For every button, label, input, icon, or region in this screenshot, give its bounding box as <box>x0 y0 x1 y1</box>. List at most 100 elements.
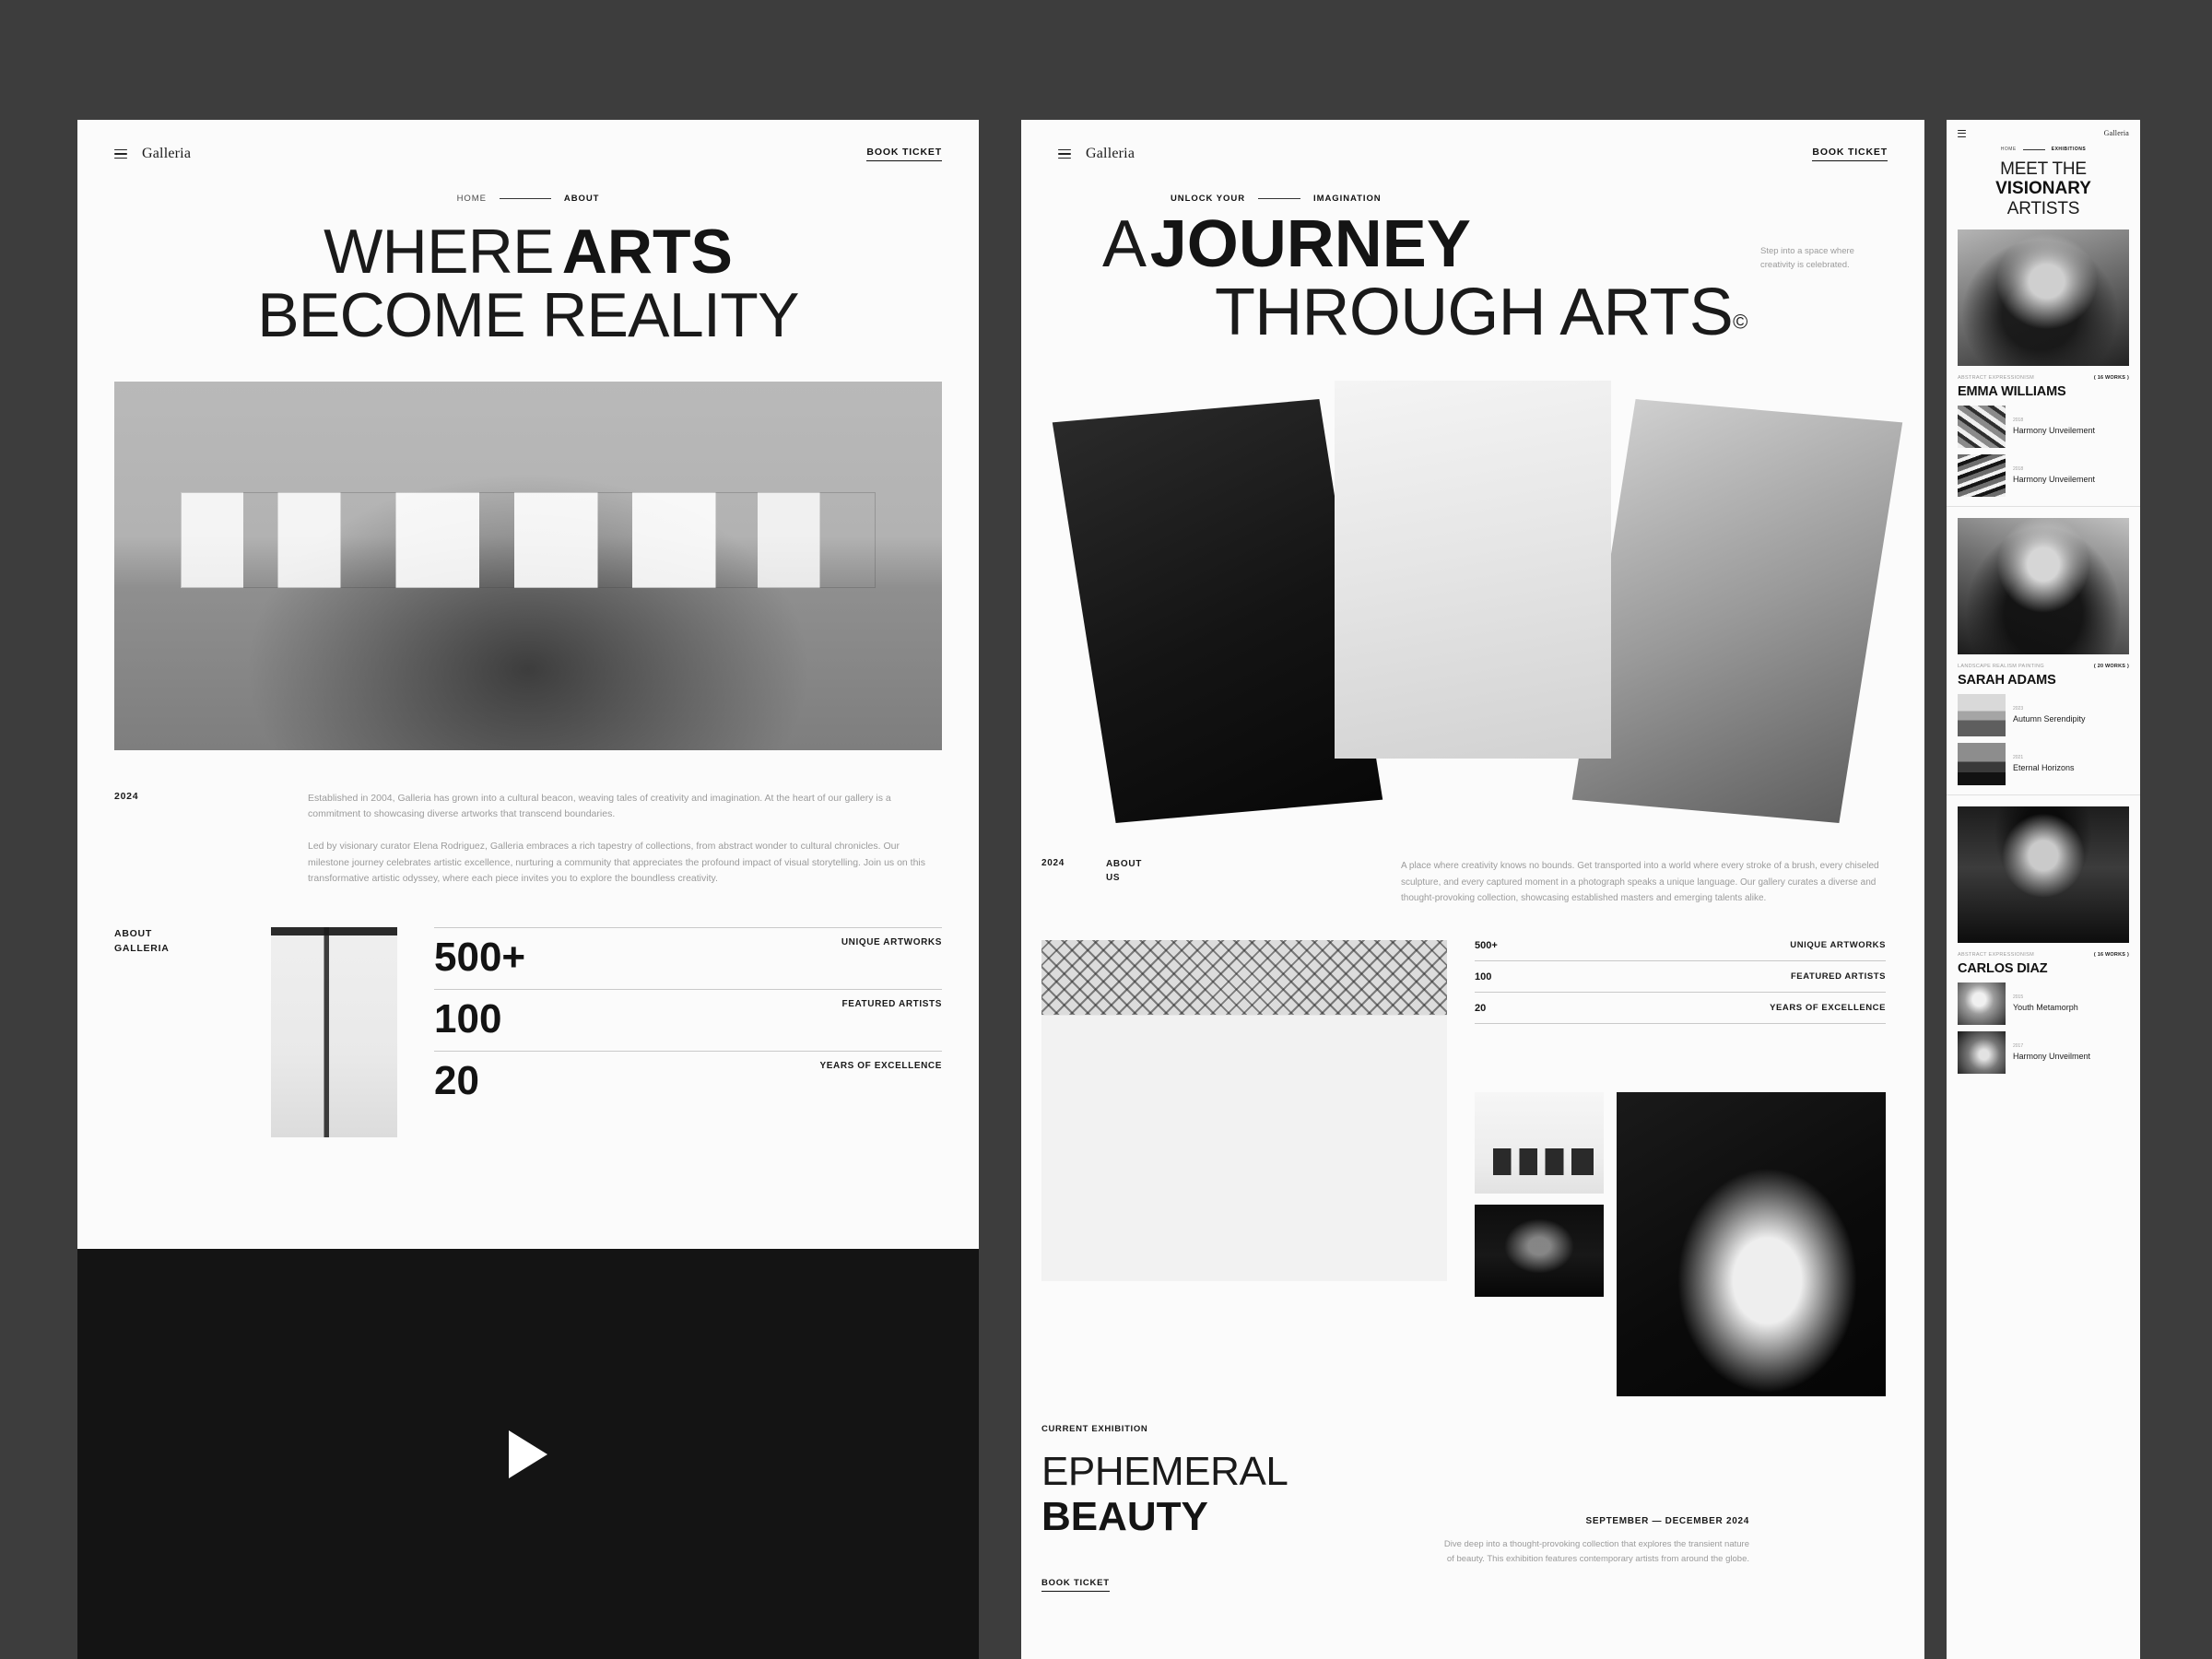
panel1-navbar: Galleria BOOK TICKET <box>114 146 942 162</box>
panel2-navbar: Galleria BOOK TICKET <box>1058 146 1888 162</box>
stat-value: 20 <box>1475 1002 1487 1014</box>
hamburger-icon[interactable] <box>114 148 127 159</box>
exhibition-title-bold: BEAUTY <box>1041 1493 1208 1539</box>
stat-row: 100 FEATURED ARTISTS <box>434 989 942 1043</box>
artwork-thumbnail <box>1958 1030 2006 1074</box>
book-ticket-button[interactable]: BOOK TICKET <box>1041 1578 1110 1593</box>
exhibition-dates: SEPTEMBER — DECEMBER 2024 <box>1585 1515 1749 1526</box>
artwork-row[interactable]: 2018 Harmony Unveilement <box>1958 405 2129 448</box>
dark-gallery-photo <box>1475 1204 1604 1297</box>
about-section: 2024 Established in 2004, Galleria has g… <box>77 750 979 888</box>
breadcrumb-from[interactable]: HOME <box>2001 147 2017 152</box>
breadcrumb-to[interactable]: IMAGINATION <box>1313 194 1382 204</box>
artwork-row[interactable]: 2015 Youth Metamorph <box>1958 982 2129 1025</box>
artwork-title: Autumn Serendipity <box>2013 713 2086 724</box>
about-label-line1: ABOUT <box>1106 859 1143 869</box>
artwork-thumbnail <box>1958 453 2006 497</box>
hero-line2-bold: VISIONARY <box>1995 179 2091 199</box>
fan-photo-right[interactable] <box>1571 399 1903 823</box>
breadcrumb: HOME EXHIBITIONS <box>1958 147 2129 152</box>
studio-rig-photo <box>271 927 397 1138</box>
hamburger-icon[interactable] <box>1958 130 1966 136</box>
gallery-wall-photo <box>1475 1091 1604 1194</box>
artist-works-count: ( 16 WORKS ) <box>2093 374 2129 381</box>
artist-name: SARAH ADAMS <box>1958 672 2056 688</box>
play-icon[interactable] <box>509 1430 547 1478</box>
artist-name: EMMA WILLIAMS <box>1958 383 2066 399</box>
breadcrumb-from[interactable]: UNLOCK YOUR <box>1171 194 1245 204</box>
stat-label: UNIQUE ARTWORKS <box>841 937 942 948</box>
breadcrumb: HOME ABOUT <box>114 194 942 204</box>
artwork-year: 2015 <box>2013 994 2024 1000</box>
artwork-row[interactable]: 2017 Harmony Unveilment <box>1958 1030 2129 1074</box>
about-label-line2: US <box>1106 872 1121 883</box>
artist-card[interactable]: ABSTRACT EXPRESSIONISM ( 16 WORKS ) CARL… <box>1947 795 2140 1083</box>
about-us-section: 2024 ABOUT US A place where creativity k… <box>1021 841 1924 907</box>
copyright-icon: © <box>1733 310 1748 334</box>
statue-photo <box>1617 1091 1886 1396</box>
brand-logo[interactable]: Galleria <box>142 146 191 162</box>
about-paragraph: A place where creativity knows no bounds… <box>1401 861 1879 903</box>
gallery-stats-section: 500+ UNIQUE ARTWORKS 100 FEATURED ARTIST… <box>1021 907 1924 1396</box>
hero-line1-light: WHERE <box>324 217 554 287</box>
artwork-year: 2023 <box>2013 705 2024 712</box>
artwork-title: Harmony Unveilment <box>2013 1051 2091 1061</box>
artwork-thumbnail <box>1958 982 2006 1025</box>
hero-line2: BECOME REALITY <box>257 280 799 351</box>
exhibition-eyebrow: CURRENT EXHIBITION <box>1041 1423 1148 1434</box>
breadcrumb-to[interactable]: ABOUT <box>564 194 600 204</box>
book-ticket-button[interactable]: BOOK TICKET <box>866 147 942 161</box>
page-title: WHERE ARTS BECOME REALITY <box>114 217 942 351</box>
about-year: 2024 <box>114 790 139 802</box>
hero-photo-fan <box>1021 381 1924 841</box>
artist-portrait <box>1958 517 2129 654</box>
stat-row: 500+ UNIQUE ARTWORKS <box>434 927 942 982</box>
fan-photo-center[interactable] <box>1335 381 1611 759</box>
hero-side-note: Step into a space where creativity is ce… <box>1760 246 1854 271</box>
hamburger-icon[interactable] <box>1058 148 1071 159</box>
artwork-row[interactable]: 2018 Harmony Unveilement <box>1958 453 2129 497</box>
stats-label-line1: ABOUT <box>114 928 153 940</box>
fan-photo-left[interactable] <box>1052 399 1383 823</box>
hero-line1: MEET THE <box>2000 159 2087 179</box>
breadcrumb: UNLOCK YOUR IMAGINATION <box>1058 194 1888 204</box>
artwork-thumbnail <box>1958 742 2006 785</box>
artist-portrait <box>1958 229 2129 366</box>
brand-logo[interactable]: Galleria <box>1086 146 1135 162</box>
stat-value: 100 <box>1475 971 1492 982</box>
artwork-year: 2018 <box>2013 417 2024 423</box>
artwork-year: 2017 <box>2013 1042 2024 1049</box>
artwork-title: Harmony Unveilement <box>2013 474 2096 484</box>
artist-name: CARLOS DIAZ <box>1958 960 2048 976</box>
artist-genre-tag: ABSTRACT EXPRESSIONISM <box>1958 951 2034 958</box>
page-title: MEET THE VISIONARY ARTISTS <box>1958 159 2129 218</box>
book-ticket-button[interactable]: BOOK TICKET <box>1812 147 1888 161</box>
current-exhibition-section: CURRENT EXHIBITION EPHEMERAL BEAUTY BOOK… <box>1021 1396 1924 1593</box>
hero-line2: THROUGH ARTS <box>1215 276 1734 349</box>
breadcrumb-from[interactable]: HOME <box>457 194 487 204</box>
breadcrumb-dash <box>499 198 551 199</box>
desktop-home-page: Galleria BOOK TICKET UNLOCK YOUR IMAGINA… <box>1021 120 1924 1659</box>
about-paragraph-2: Led by visionary curator Elena Rodriguez… <box>308 841 926 884</box>
stat-label: UNIQUE ARTWORKS <box>1790 940 1886 950</box>
about-paragraph-1: Established in 2004, Galleria has grown … <box>308 792 891 820</box>
breadcrumb-to[interactable]: EXHIBITIONS <box>2052 147 2086 152</box>
artist-works-count: ( 20 WORKS ) <box>2093 663 2129 669</box>
hero-line1-light: A <box>1102 207 1147 281</box>
hero-gallery-photo <box>114 381 942 750</box>
stat-row: 20 YEARS OF EXCELLENCE <box>1475 993 1886 1024</box>
artist-portrait <box>1958 806 2129 943</box>
video-showreel[interactable] <box>77 1249 979 1659</box>
brand-logo[interactable]: Galleria <box>2104 129 2129 137</box>
artwork-row[interactable]: 2023 Autumn Serendipity <box>1958 693 2129 736</box>
screenshot-stage: Galleria BOOK TICKET HOME ABOUT WHERE AR… <box>0 0 2212 1659</box>
stat-label: FEATURED ARTISTS <box>1790 971 1886 982</box>
artist-card[interactable]: ABSTRACT EXPRESSIONISM ( 16 WORKS ) EMMA… <box>1947 218 2140 507</box>
stat-label: YEARS OF EXCELLENCE <box>1770 1003 1886 1013</box>
artwork-thumbnail <box>1958 405 2006 448</box>
stat-label: YEARS OF EXCELLENCE <box>819 1061 942 1072</box>
desktop-about-page: Galleria BOOK TICKET HOME ABOUT WHERE AR… <box>77 120 979 1659</box>
artwork-row[interactable]: 2021 Eternal Horizons <box>1958 742 2129 785</box>
artist-card[interactable]: LANDSCAPE REALISM PAINTING ( 20 WORKS ) … <box>1947 507 2140 795</box>
exhibit-hall-photo <box>1041 939 1447 1281</box>
